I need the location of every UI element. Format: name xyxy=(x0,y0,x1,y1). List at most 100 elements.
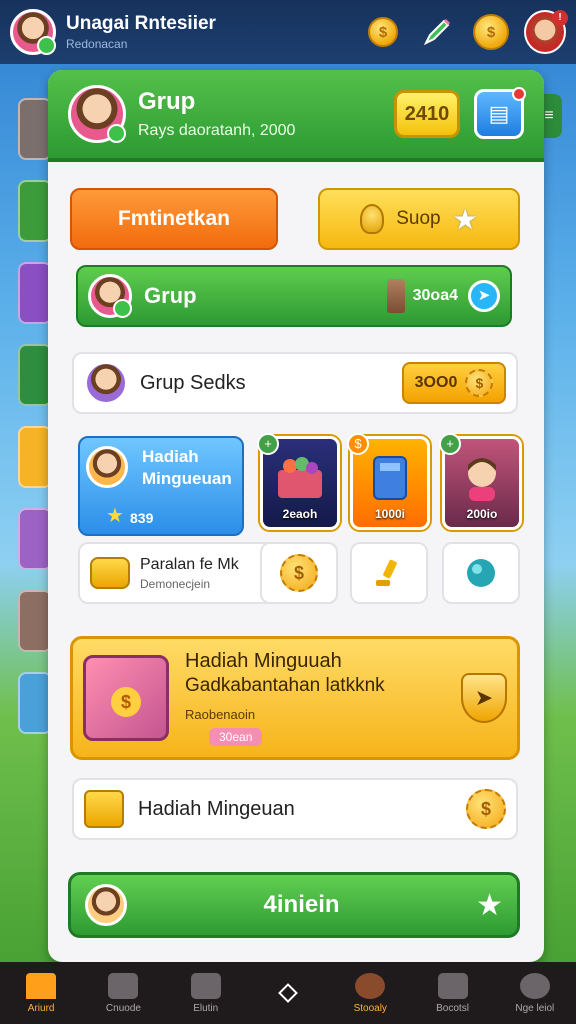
side-tab-2[interactable] xyxy=(18,180,52,242)
chest-pill: 30ean xyxy=(209,728,263,746)
count-badge[interactable]: 2410 xyxy=(394,90,460,138)
coin-icon: $ xyxy=(368,17,398,47)
chest-title: Hadiah Minguuah xyxy=(185,650,342,672)
panel-header-text: Grup Rays daoratanh, 2000 xyxy=(138,88,394,140)
nav-item-puzzle[interactable]: Elutin xyxy=(165,962,247,1024)
coin-icon: $ xyxy=(280,554,318,592)
panel-title: Grup xyxy=(138,88,196,115)
suop-button[interactable]: Suop ★ xyxy=(318,188,520,250)
star-icon: ★ xyxy=(452,203,478,235)
main-action-button[interactable]: 4iniein ★ xyxy=(68,872,520,938)
diamond-icon xyxy=(278,983,298,1003)
character-icon xyxy=(468,457,496,501)
character-tile[interactable]: + 200io xyxy=(439,433,522,530)
gift-box-value: 2eaoh xyxy=(282,507,318,521)
nav-item-home[interactable]: Ariurd xyxy=(0,962,82,1024)
side-tab-3[interactable] xyxy=(18,262,52,324)
player-info: Unagai Rntesiier Redonacan xyxy=(66,13,350,51)
coins-button[interactable]: $ xyxy=(362,11,404,53)
gold-coins-button[interactable]: $ xyxy=(470,11,512,53)
group-search-label: Grup Sedks xyxy=(140,371,246,394)
suop-label: Suop xyxy=(396,208,441,229)
fmtinetkan-button[interactable]: Fmtinetkan xyxy=(70,188,278,250)
top-bar: Unagai Rntesiier Redonacan $ $ ! xyxy=(0,0,576,64)
group-row-button[interactable]: Grup 30oa4 ➤ xyxy=(76,265,512,327)
pencil-icon xyxy=(423,19,450,46)
gold-pouch-icon xyxy=(90,557,130,589)
group-search-value-pill[interactable]: 3OO0 $ xyxy=(402,362,506,404)
person-icon xyxy=(519,972,550,999)
panel-header: Grup Rays daoratanh, 2000 2410 ▤ xyxy=(48,70,544,162)
character-value: 200io xyxy=(466,507,498,521)
bottom-nav: Ariurd Cnuode Elutin Stooaly Bocotsl Nge… xyxy=(0,962,576,1024)
paralan-text: Paralan fe Mk Demonecjein xyxy=(140,556,239,591)
nav-label: Nge leiol xyxy=(515,1002,555,1014)
nav-item-profile[interactable]: Nge leiol xyxy=(494,962,576,1024)
panel-subtitle: Rays daoratanh, 2000 xyxy=(138,122,296,139)
gold-box-icon xyxy=(84,790,124,828)
hammer-icon xyxy=(376,559,397,586)
group-search-avatar xyxy=(84,361,128,405)
calendar-button[interactable]: ▤ xyxy=(474,87,526,139)
wallet-icon xyxy=(373,455,407,500)
pencil-button[interactable] xyxy=(416,11,458,53)
orb-slot-button[interactable] xyxy=(442,542,520,604)
chest-text: Hadiah Minguuah Gadkabantahan latkknk Ra… xyxy=(185,650,461,746)
bottle-icon xyxy=(386,279,405,313)
medal-icon xyxy=(360,204,385,234)
side-tab-6[interactable] xyxy=(18,508,52,570)
list-icon xyxy=(437,972,468,999)
weekly-reward-value: 839 xyxy=(130,510,154,526)
side-tab-5[interactable] xyxy=(18,426,52,488)
nav-label: Cnuode xyxy=(105,1002,141,1014)
coin-icon: $ xyxy=(466,789,506,829)
player-avatar[interactable] xyxy=(10,9,56,55)
weekly-reward-tile[interactable]: Hadiah Mingueuan ★ 839 xyxy=(78,436,244,536)
nav-item-list[interactable]: Bocotsl xyxy=(411,962,493,1024)
nav-label: Ariurd xyxy=(27,1002,55,1014)
cursor-shield-icon[interactable]: ➤ xyxy=(461,673,507,723)
weekly-reward-avatar xyxy=(86,446,128,488)
group-search-row[interactable]: Grup Sedks 3OO0 $ xyxy=(72,352,518,414)
gift-box-tile[interactable]: + 2eaoh xyxy=(257,433,340,530)
coin-icon: $ xyxy=(465,369,494,397)
group-search-value: 3OO0 xyxy=(414,374,458,391)
star-icon: ★ xyxy=(476,888,503,922)
wallet-value: 1000i xyxy=(374,507,406,521)
star-icon: ★ xyxy=(106,505,124,527)
profile-avatar: ! xyxy=(524,10,568,54)
orb-icon xyxy=(467,559,495,587)
group-row-avatar xyxy=(88,274,132,318)
group-row-label: Grup xyxy=(144,283,197,308)
home-icon xyxy=(26,972,57,999)
profile-button[interactable]: ! xyxy=(524,10,568,54)
plus-badge-icon: + xyxy=(257,433,279,455)
weekly-reward-title: Hadiah Mingueuan xyxy=(142,447,232,488)
main-action-label: 4iniein xyxy=(263,891,340,918)
wallet-tile[interactable]: $ 1000i xyxy=(347,433,430,530)
side-tab-8[interactable] xyxy=(18,672,52,734)
nav-item-story[interactable]: Stooaly xyxy=(329,962,411,1024)
side-tab-1[interactable] xyxy=(18,98,52,160)
nav-item-upload[interactable]: Cnuode xyxy=(82,962,164,1024)
paralan-subtitle: Demonecjein xyxy=(140,576,211,591)
notification-badge-icon: ! xyxy=(552,10,568,26)
side-tab-7[interactable] xyxy=(18,590,52,652)
gift-box-icon xyxy=(278,456,322,498)
hammer-slot-button[interactable] xyxy=(350,542,428,604)
weekly-reward-row[interactable]: Hadiah Mingeuan $ xyxy=(72,778,518,840)
group-panel: Grup Rays daoratanh, 2000 2410 ▤ Fmtinet… xyxy=(48,70,544,962)
plus-badge-icon: + xyxy=(439,433,461,455)
nav-item-center[interactable] xyxy=(247,962,329,1024)
ball-icon xyxy=(355,972,386,999)
weekly-chest-card[interactable]: Hadiah Minguuah Gadkabantahan latkknk Ra… xyxy=(70,636,520,760)
puzzle-icon xyxy=(190,972,221,999)
side-tab-4[interactable] xyxy=(18,344,52,406)
upload-icon xyxy=(108,972,139,999)
group-avatar[interactable] xyxy=(68,85,126,143)
nav-label: Stooaly xyxy=(353,1002,387,1014)
coin-slot-button[interactable]: $ xyxy=(260,542,338,604)
action-avatar xyxy=(85,884,127,926)
arrow-icon[interactable]: ➤ xyxy=(468,280,500,312)
alert-dot-icon xyxy=(512,87,526,101)
